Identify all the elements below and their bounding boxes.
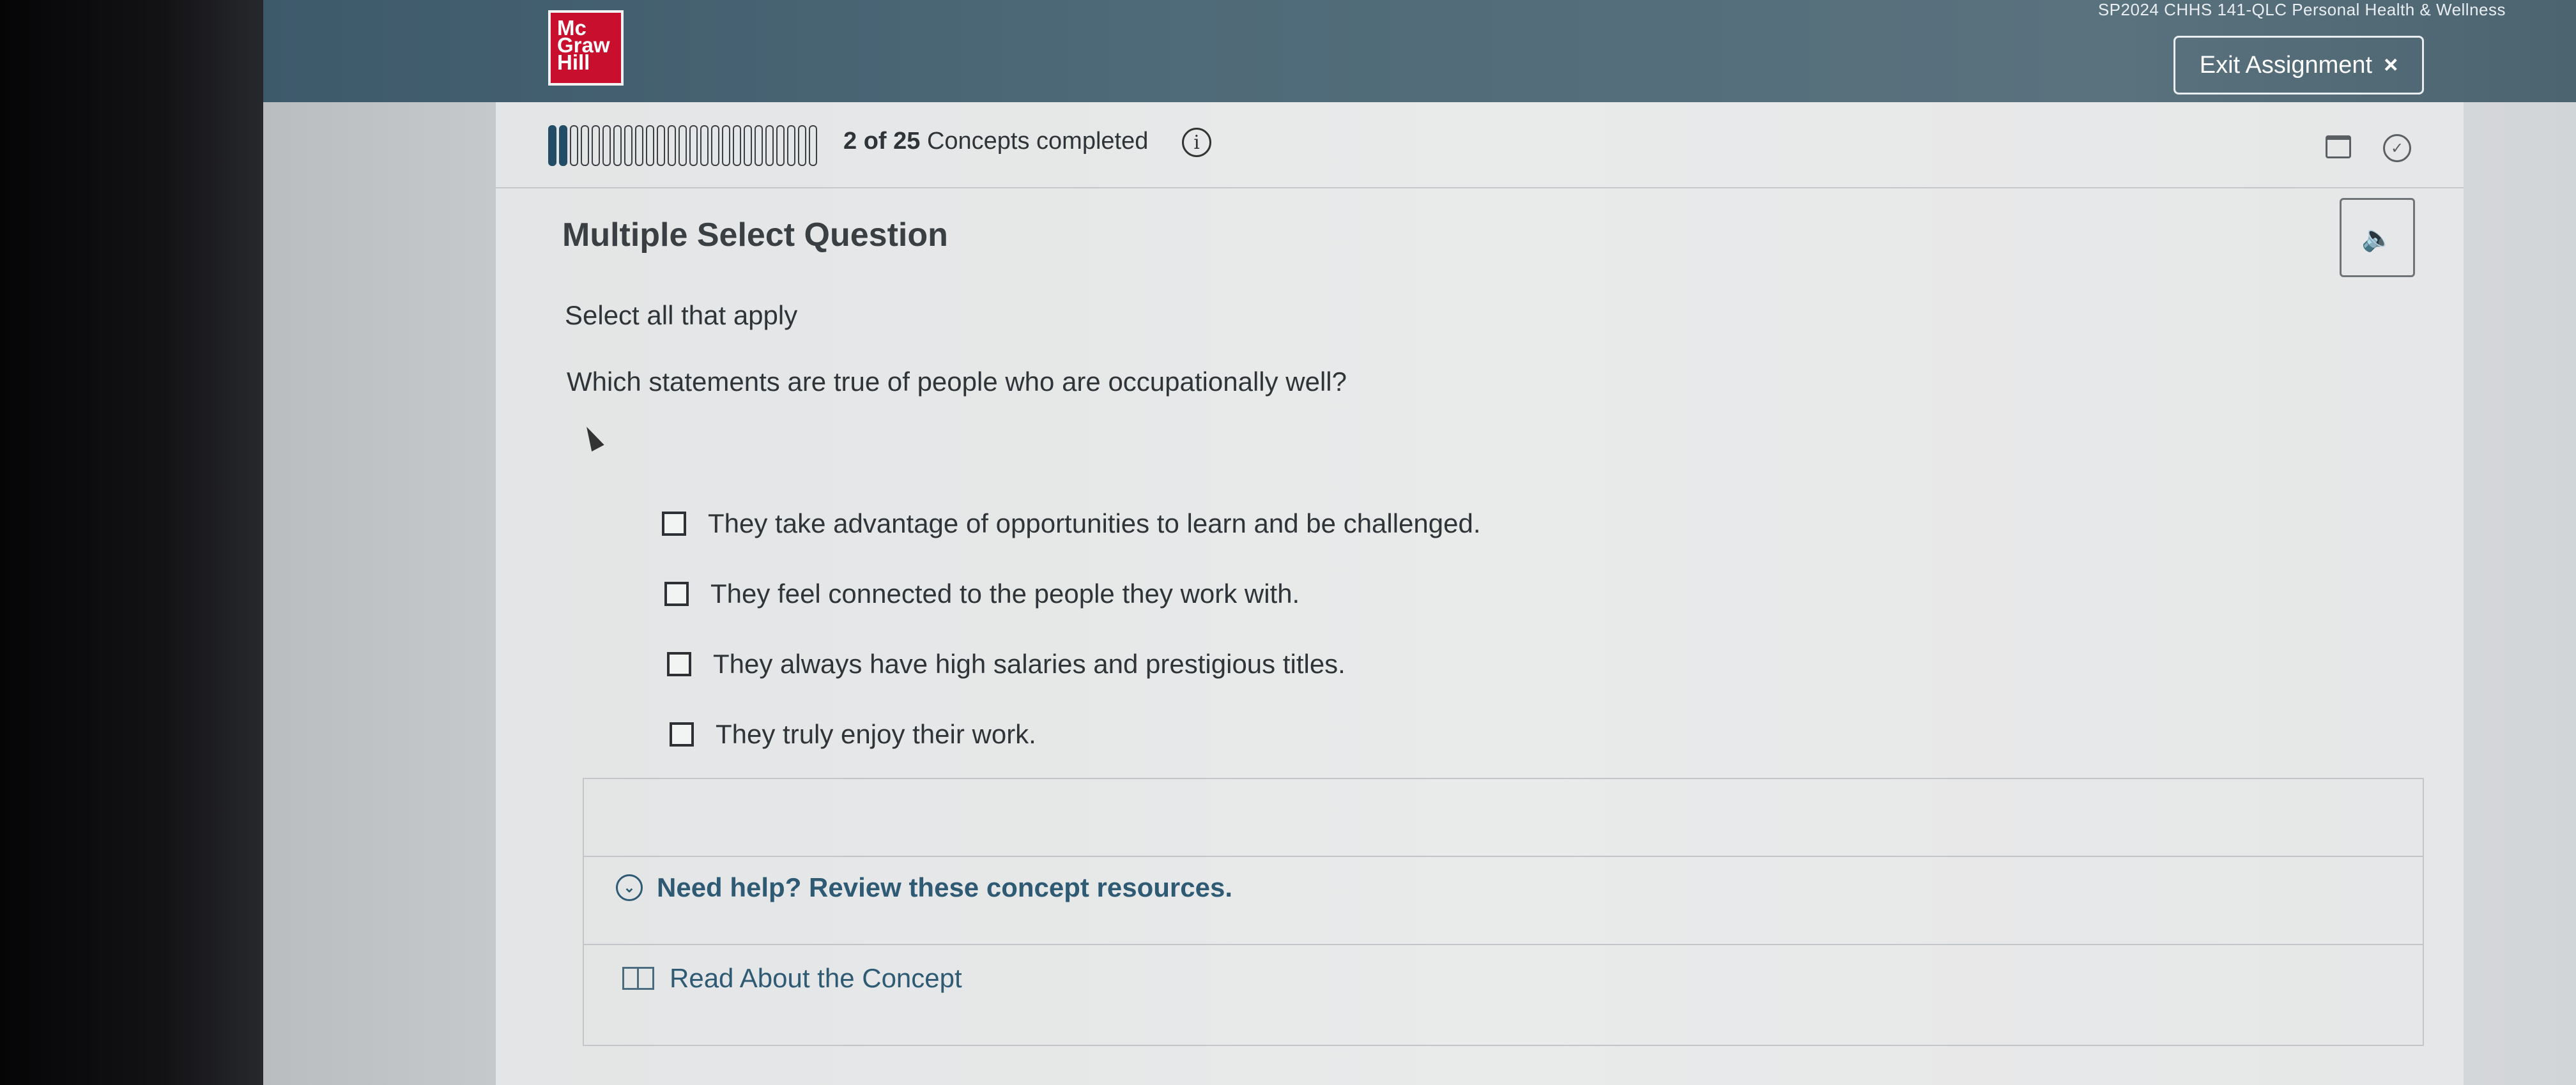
progress-segment <box>765 125 774 166</box>
book-icon <box>622 967 654 990</box>
answer-option-4[interactable]: They truly enjoy their work. <box>670 719 1036 750</box>
progress-segment <box>581 125 589 166</box>
course-title: SP2024 CHHS 141-QLC Personal Health & We… <box>2097 0 2506 19</box>
answer-option-label: They feel connected to the people they w… <box>710 579 1300 609</box>
progress-segment <box>700 125 709 166</box>
progress-segment <box>657 125 665 166</box>
progress-segment <box>646 125 654 166</box>
progress-segment <box>733 125 741 166</box>
answer-option-2[interactable]: They feel connected to the people they w… <box>664 579 1300 609</box>
speaker-icon: 🔈 <box>2361 224 2393 252</box>
answer-checkbox[interactable] <box>664 582 689 606</box>
chevron-down-icon: ⌄ <box>616 874 643 901</box>
logo-line: Hill <box>557 50 590 74</box>
progress-suffix: Concepts completed <box>926 128 1149 155</box>
progress-segment <box>624 125 632 166</box>
progress-segment <box>722 125 730 166</box>
progress-segment <box>809 125 817 166</box>
question-type-heading: Multiple Select Question <box>562 216 948 254</box>
concept-progress-bar <box>548 125 817 166</box>
exit-assignment-label: Exit Assignment <box>2199 51 2373 79</box>
progress-segment <box>798 125 806 166</box>
answer-option-label: They always have high salaries and prest… <box>713 649 1346 679</box>
mcgraw-hill-logo: Mc Graw Hill <box>548 10 624 86</box>
question-prompt: Which statements are true of people who … <box>567 367 1347 397</box>
info-icon[interactable]: i <box>1182 128 1211 157</box>
exit-assignment-button[interactable]: Exit Assignment × <box>2174 36 2424 95</box>
question-instruction: Select all that apply <box>565 300 798 330</box>
progress-segment <box>559 125 567 166</box>
read-about-concept-link[interactable]: Read About the Concept <box>622 963 962 994</box>
answer-option-3[interactable]: They always have high salaries and prest… <box>667 649 1346 679</box>
progress-segment <box>602 125 611 166</box>
resource-label: Read About the Concept <box>670 963 962 993</box>
monitor-bezel <box>0 0 275 1085</box>
progress-segment <box>668 125 676 166</box>
help-resources-toggle[interactable]: ⌄ Need help? Review these concept resour… <box>616 872 1232 903</box>
help-toggle-label: Need help? Review these concept resource… <box>657 872 1232 902</box>
progress-segment <box>776 125 785 166</box>
progress-segment <box>613 125 622 166</box>
progress-count: 2 of 25 <box>843 128 921 155</box>
answer-option-label: They take advantage of opportunities to … <box>708 508 1481 538</box>
close-icon: × <box>2384 51 2398 79</box>
progress-segment <box>744 125 752 166</box>
calendar-icon[interactable] <box>2326 135 2351 158</box>
answer-checkbox[interactable] <box>662 512 686 536</box>
progress-segment <box>548 125 556 166</box>
read-aloud-button[interactable]: 🔈 <box>2340 198 2415 277</box>
timer-icon[interactable]: ✓ <box>2383 134 2411 162</box>
progress-text: 2 of 25 Concepts completed <box>843 128 1148 155</box>
answer-checkbox[interactable] <box>670 722 694 747</box>
answer-checkbox[interactable] <box>667 652 691 676</box>
progress-segment <box>787 125 795 166</box>
progress-segment <box>592 125 600 166</box>
progress-segment <box>570 125 578 166</box>
answer-option-1[interactable]: They take advantage of opportunities to … <box>662 508 1481 539</box>
progress-segment <box>711 125 719 166</box>
progress-segment <box>689 125 698 166</box>
progress-segment <box>755 125 763 166</box>
answer-option-label: They truly enjoy their work. <box>716 719 1036 749</box>
progress-segment <box>678 125 687 166</box>
progress-segment <box>635 125 643 166</box>
